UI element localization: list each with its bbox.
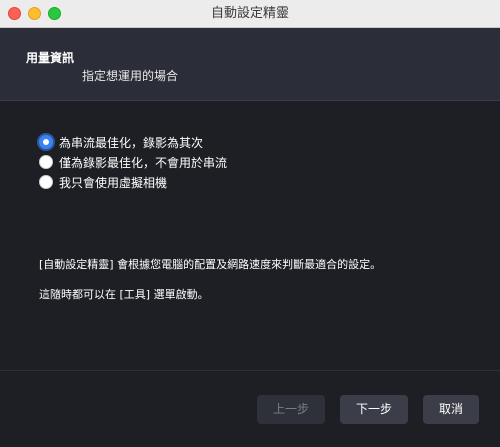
option-label: 為串流最佳化，錄影為其次 xyxy=(59,135,204,150)
auto-config-wizard-window: 自動設定精靈 用量資訊 指定想運用的場合 為串流最佳化，錄影為其次 僅為錄影最佳… xyxy=(0,0,500,447)
footer-divider xyxy=(0,370,500,371)
previous-button[interactable]: 上一步 xyxy=(257,395,325,424)
cancel-button[interactable]: 取消 xyxy=(423,395,479,424)
page-title: 用量資訊 xyxy=(26,51,75,65)
radio-unselected-icon[interactable] xyxy=(39,175,53,189)
option-label: 我只會使用虛擬相機 xyxy=(59,175,168,190)
info-text-description: [自動設定精靈] 會根據您電腦的配置及網路速度來判斷最適合的設定。 xyxy=(39,258,382,271)
option-virtual-camera[interactable]: 我只會使用虛擬相機 xyxy=(39,172,227,192)
window-title: 自動設定精靈 xyxy=(210,6,289,21)
option-label: 僅為錄影最佳化，不會用於串流 xyxy=(59,155,228,170)
option-record-optimized[interactable]: 僅為錄影最佳化，不會用於串流 xyxy=(39,152,227,172)
wizard-header: 用量資訊 指定想運用的場合 xyxy=(0,28,500,101)
radio-selected-icon[interactable] xyxy=(39,135,53,149)
radio-unselected-icon[interactable] xyxy=(39,155,53,169)
next-button[interactable]: 下一步 xyxy=(340,395,408,424)
title-bar: 自動設定精靈 xyxy=(0,0,500,28)
usage-options-group: 為串流最佳化，錄影為其次 僅為錄影最佳化，不會用於串流 我只會使用虛擬相機 xyxy=(39,132,227,192)
option-stream-optimized[interactable]: 為串流最佳化，錄影為其次 xyxy=(39,132,227,152)
info-text-tools-menu: 這隨時都可以在 [工具] 選單啟動。 xyxy=(39,288,209,301)
page-subtitle: 指定想運用的場合 xyxy=(82,69,179,83)
